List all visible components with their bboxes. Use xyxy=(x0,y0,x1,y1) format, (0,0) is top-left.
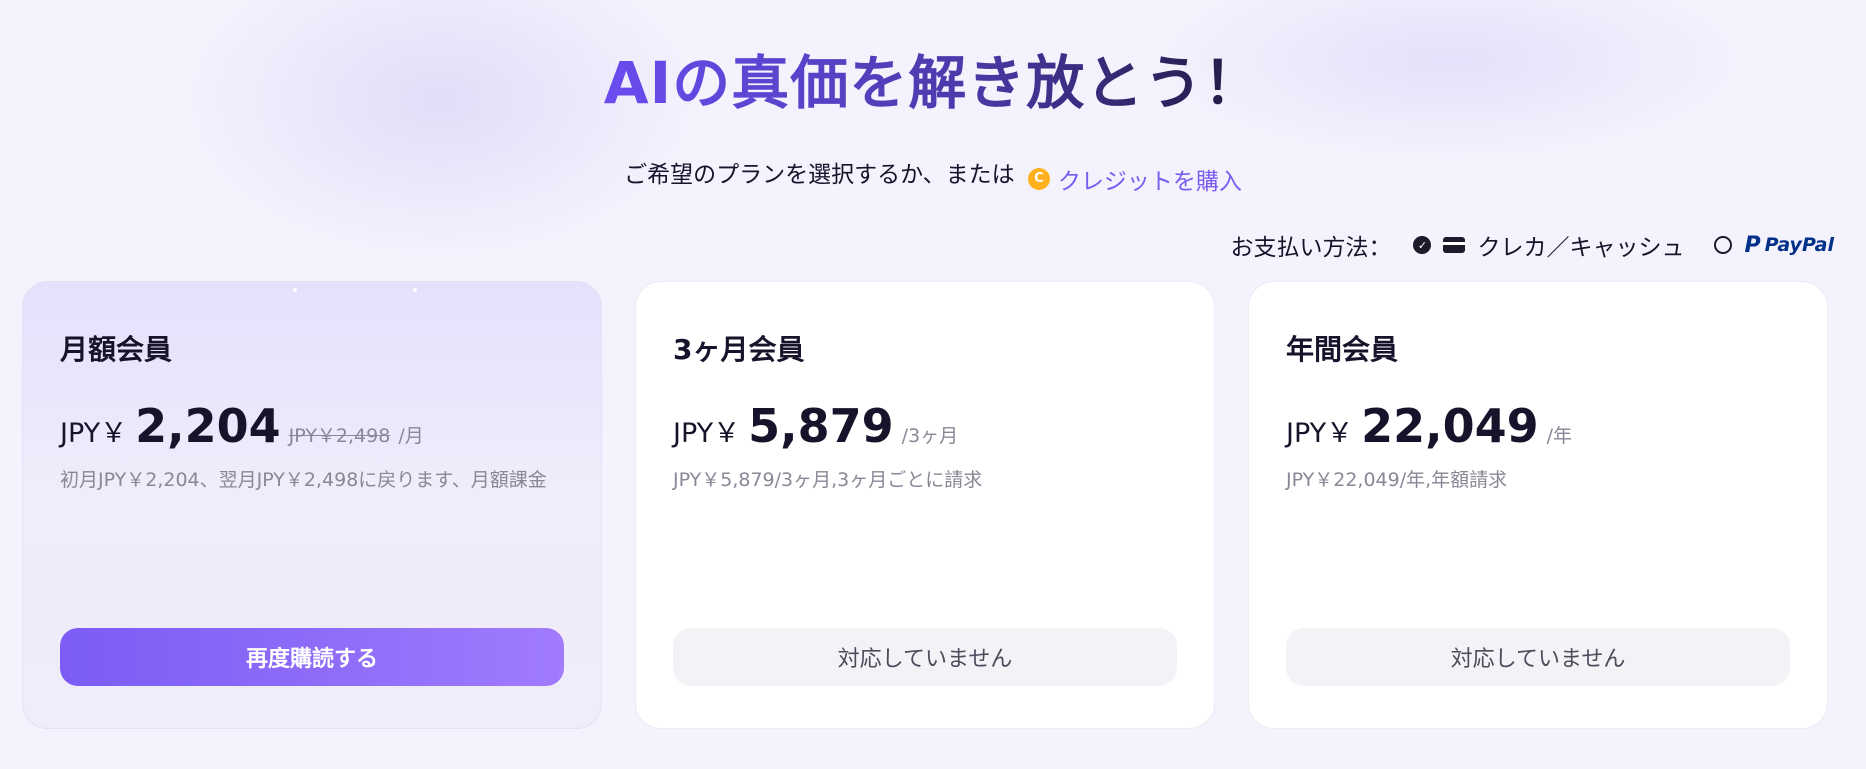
plan-name: 3ヶ月会員 xyxy=(673,333,805,366)
price-currency: JPY￥ xyxy=(673,418,741,449)
price-period: /3ヶ月 xyxy=(901,425,959,447)
plan-price: JPY￥ 2,204 JPY￥2,498 /月 xyxy=(60,399,424,453)
price-amount: 2,204 xyxy=(135,399,281,453)
paypal-logo-text: PayPal xyxy=(1764,234,1834,256)
radio-paypal[interactable] xyxy=(1714,236,1733,254)
payment-option-card-cash[interactable]: クレカ／キャッシュ xyxy=(1477,228,1684,262)
payment-method-selector: お支払い方法： ✓ クレカ／キャッシュ P PayPal xyxy=(1230,228,1834,262)
payment-method-label: お支払い方法： xyxy=(1230,235,1392,261)
plan-price: JPY￥ 22,049 /年 xyxy=(1286,399,1572,453)
price-amount: 5,879 xyxy=(748,399,894,453)
page-title: AIの真価を解き放とう！ xyxy=(603,49,1263,117)
unsupported-button[interactable]: 対応していません xyxy=(673,628,1177,686)
price-currency: JPY￥ xyxy=(1286,418,1354,449)
original-price: JPY￥2,498 xyxy=(288,425,391,447)
price-period: /年 xyxy=(1546,425,1573,447)
price-amount: 22,049 xyxy=(1361,399,1539,453)
price-period: /月 xyxy=(398,425,424,447)
radio-card-cash[interactable]: ✓ xyxy=(1413,236,1432,254)
sparkle-decoration xyxy=(293,288,297,292)
credit-card-icon xyxy=(1443,237,1466,253)
coin-icon: C xyxy=(1027,167,1050,190)
plan-card-annual: 年間会員 JPY￥ 22,049 /年 JPY￥22,049/年,年額請求 対応… xyxy=(1248,281,1828,729)
plan-name: 年間会員 xyxy=(1286,333,1399,366)
payment-option-paypal[interactable]: P PayPal xyxy=(1744,233,1834,258)
plan-description: JPY￥22,049/年,年額請求 xyxy=(1286,469,1508,491)
plan-card-monthly: 月額会員 JPY￥ 2,204 JPY￥2,498 /月 初月JPY￥2,204… xyxy=(22,281,602,729)
paypal-icon: P xyxy=(1744,232,1761,258)
plan-subtitle: ご希望のプランを選択するか、または C クレジットを購入 xyxy=(624,162,1242,196)
sparkle-decoration xyxy=(413,288,417,292)
plan-description: JPY￥5,879/3ヶ月,3ヶ月ごとに請求 xyxy=(673,469,983,491)
plan-card-quarterly: 3ヶ月会員 JPY￥ 5,879 /3ヶ月 JPY￥5,879/3ヶ月,3ヶ月ご… xyxy=(635,281,1215,729)
plan-price: JPY￥ 5,879 /3ヶ月 xyxy=(673,399,958,453)
price-currency: JPY￥ xyxy=(60,418,128,449)
plan-name: 月額会員 xyxy=(60,333,173,366)
resubscribe-button[interactable]: 再度購読する xyxy=(60,628,564,686)
unsupported-button[interactable]: 対応していません xyxy=(1286,628,1790,686)
plan-description: 初月JPY￥2,204、翌月JPY￥2,498に戻ります、月額課金 xyxy=(60,469,547,491)
buy-credits-link[interactable]: C クレジットを購入 xyxy=(1027,162,1242,196)
